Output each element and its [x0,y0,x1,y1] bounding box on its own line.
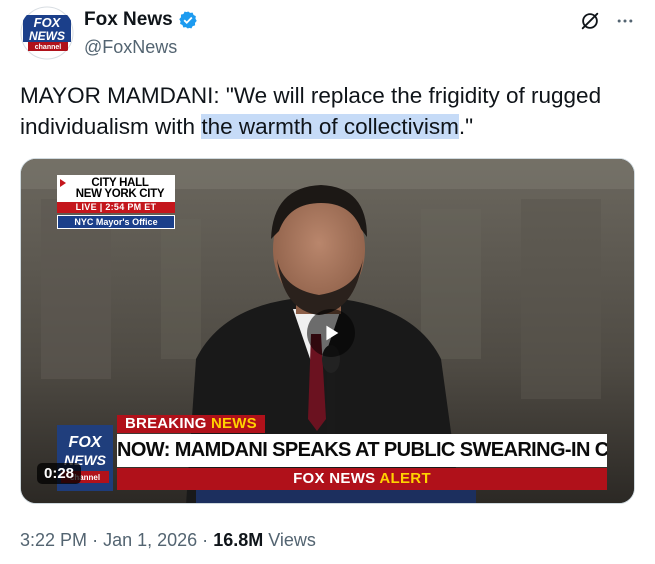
breaking-word: BREAKING [125,415,207,432]
avatar-text-middle: NEWS [29,29,65,43]
alert-brand: FOX NEWS [293,470,376,487]
play-icon [326,325,339,341]
views-label: Views [268,530,316,550]
avatar-text-bottom: channel [35,44,62,51]
tweet-text-highlight: the warmth of collectivism [201,114,459,139]
author-name-row[interactable]: Fox News [84,9,198,31]
location-line2: NEW YORK CITY [75,188,165,200]
tweet-time[interactable]: 3:22 PM [20,530,87,550]
live-label: LIVE [75,202,97,212]
location-bug: CITY HALL NEW YORK CITY LIVE | 2:54 PM E… [57,175,175,229]
tweet-text: MAYOR MAMDANI: "We will replace the frig… [20,80,635,142]
alert-word: ALERT [379,470,431,487]
verified-badge-icon [178,10,198,30]
display-name[interactable]: Fox News [84,9,173,31]
tweet-meta: 3:22 PM · Jan 1, 2026 · 16.8M Views [20,530,316,551]
avatar[interactable]: FOX NEWS channel [20,6,74,60]
grok-icon[interactable] [575,6,605,36]
live-indicator: LIVE | 2:54 PM ET [57,202,175,213]
tweet-date[interactable]: Jan 1, 2026 [103,530,197,550]
chyron-headline: NOW: MAMDANI SPEAKS AT PUBLIC SWEARING-I… [117,434,607,467]
views-count: 16.8M [213,530,264,550]
author-handle[interactable]: @FoxNews [84,37,177,58]
location-name: CITY HALL NEW YORK CITY [57,175,175,202]
more-horizontal-icon[interactable] [610,6,640,36]
video-player[interactable]: CITY HALL NEW YORK CITY LIVE | 2:54 PM E… [20,158,635,504]
breaking-news-word: NEWS [210,415,257,432]
bug-text-top: FOX [69,434,103,451]
play-button[interactable] [307,309,355,357]
live-time: 2:54 PM ET [105,202,157,212]
location-arrow-icon [60,179,66,187]
fox-news-alert-bar: FOX NEWS ALERT [117,468,607,490]
meta-separator: · [92,530,99,550]
avatar-text-top: FOX [34,15,62,30]
tweet-text-end: ." [458,114,474,139]
video-duration: 0:28 [37,463,82,484]
video-source: NYC Mayor's Office [57,215,175,229]
meta-separator: · [202,530,209,550]
breaking-news-label: BREAKING NEWS [117,415,265,433]
